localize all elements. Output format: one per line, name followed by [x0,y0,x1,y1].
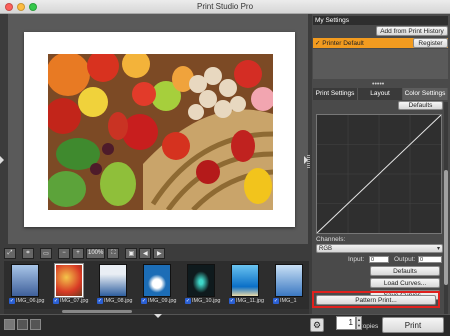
window-title: Print Studio Pro [196,2,254,11]
preset-label: ✓ Printer Default [315,40,364,47]
thumbnail-checkbox[interactable]: ✓ [273,298,279,304]
frame-icon[interactable]: ▭ [40,247,52,259]
tab-color-settings[interactable]: Color Settings [403,88,448,100]
register-button[interactable]: Register [413,38,448,48]
load-curves-button[interactable]: Load Curves... [370,278,440,288]
output-field[interactable]: 0 [418,256,442,263]
thumbnail[interactable]: ✓ IMG_10.jpg [182,263,222,307]
panel-scroll-thumb[interactable] [444,170,448,285]
thumbnail-image [143,264,171,297]
split-view-icon[interactable] [17,319,28,330]
collapse-left-arrow-icon[interactable] [0,156,4,164]
thumbnail-label: IMG_1 [280,298,297,304]
thumbnail[interactable]: ✓ IMG_07.jpg [50,263,90,307]
image-icon[interactable]: ▣ [125,247,138,259]
channels-value: RGB [319,246,333,252]
print-preview-area [8,14,308,244]
channels-select[interactable]: RGB ▾ [316,244,443,253]
thumbnail-image [187,264,215,297]
thumbnail-image [55,264,83,297]
settings-tabs: Print Settings Layout Color Settings [313,88,448,100]
preview-toolbar: ⤢ ⌗ ▭ − + 100% ⛶ ▣ ◀ ▶ [4,246,309,260]
zoom-out-icon[interactable]: − [58,247,70,259]
add-from-print-history-button[interactable]: Add from Print History [376,26,448,36]
preview-photo[interactable] [48,54,273,210]
channels-label: Channels: [316,236,346,243]
thumbnail-image [11,264,39,297]
thumbnail-image [275,264,303,297]
fruit-vegetable-photo [48,54,273,210]
crop-icon[interactable]: ⌗ [22,247,34,259]
thumbnail[interactable]: ✓ IMG_09.jpg [138,263,178,307]
collapse-filmstrip-arrow-icon[interactable] [154,314,162,318]
collapse-right-arrow-icon[interactable] [304,156,308,164]
thumbnail-label: IMG_08.jpg [104,298,133,304]
previous-icon[interactable]: ◀ [139,247,152,259]
thumbnail-label: IMG_10.jpg [192,298,221,304]
my-settings-header: My Settings [313,16,448,25]
thumbnail[interactable]: ✓ IMG_06.jpg [6,263,46,307]
zoom-level-field[interactable]: 100% [86,247,106,259]
thumbnail[interactable]: ✓ IMG_08.jpg [94,263,134,307]
tab-layout[interactable]: Layout [358,88,403,100]
thumbnail-image [99,264,127,297]
input-field[interactable]: 0 [369,256,389,263]
defaults-button[interactable]: Defaults [370,266,440,276]
defaults-top-button[interactable]: Defaults [398,101,443,110]
fit-icon[interactable]: ⤢ [4,247,16,259]
gear-icon[interactable]: ⚙ [310,318,324,332]
single-view-icon[interactable] [4,319,15,330]
thumbnail-checkbox[interactable]: ✓ [185,298,191,304]
input-label: Input: [348,256,365,263]
thumbnail-checkbox[interactable]: ✓ [229,298,235,304]
curve-grid [316,114,442,234]
copies-field[interactable]: 1 [336,316,356,330]
settings-panel: My Settings Add from Print History ✓ Pri… [312,14,450,317]
image-filmstrip: ✓ IMG_06.jpg ✓ IMG_07.jpg ✓ IMG_08.jpg ✓… [4,261,309,309]
filmstrip-scroll-thumb[interactable] [62,310,132,313]
thumbnail[interactable]: ✓ IMG_11.jpg [226,263,266,307]
chevron-down-icon: ▾ [436,246,440,252]
tab-print-settings[interactable]: Print Settings [313,88,358,100]
thumbnail-checkbox[interactable]: ✓ [53,298,59,304]
bottom-bar: ⚙ Copies Print [0,314,450,336]
panel-scrollbar[interactable] [444,102,448,317]
preset-name: Printer Default [322,40,364,47]
thumbnail-label: IMG_06.jpg [16,298,45,304]
thumbnail-label: IMG_09.jpg [148,298,177,304]
thumbnail-checkbox[interactable]: ✓ [9,298,15,304]
thumbnail-label: IMG_11.jpg [236,298,265,304]
thumbnail-checkbox[interactable]: ✓ [97,298,103,304]
pattern-print-highlight: Pattern Print... [312,291,440,308]
tone-curve-graph[interactable] [316,114,442,234]
thumbnail-image [231,264,259,297]
thumbnail-label: IMG_07.jpg [60,298,89,304]
print-button[interactable]: Print [382,317,444,333]
list-view-icon[interactable] [30,319,41,330]
copies-stepper[interactable]: ▲ ▼ [356,316,362,330]
my-settings-list[interactable] [313,49,448,79]
zoom-in-icon[interactable]: + [72,247,84,259]
thumbnail-checkbox[interactable]: ✓ [141,298,147,304]
title-bar: Print Studio Pro [0,0,450,14]
drag-handle-icon[interactable]: ••••• [372,81,384,88]
next-icon[interactable]: ▶ [153,247,166,259]
full-view-icon[interactable]: ⛶ [107,247,120,259]
output-label: Output: [394,256,416,263]
pattern-print-button[interactable]: Pattern Print... [316,295,436,305]
paper-preview [24,32,295,227]
thumbnail[interactable]: ✓ IMG_1 [270,263,309,307]
